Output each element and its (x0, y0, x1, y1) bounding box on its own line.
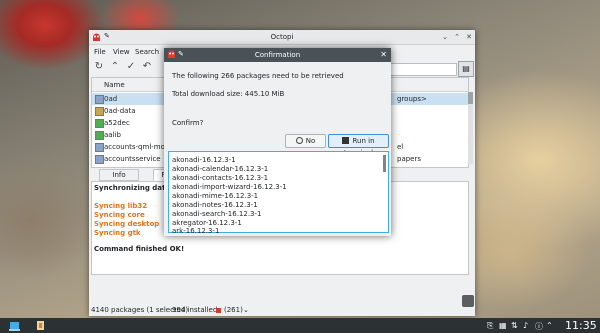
volume-icon[interactable]: ♪ (523, 321, 528, 330)
description-text: papers (397, 155, 422, 163)
installed-count: 994 installed (172, 306, 218, 314)
confirmation-dialog: ✎ Confirmation ✕ The following 266 packa… (164, 48, 391, 236)
menu-search[interactable]: Search (135, 48, 159, 56)
cancel-icon (295, 137, 303, 144)
window-title: Octopi (270, 33, 294, 41)
list-item: akonadi-search-16.12.3-1 (172, 210, 262, 218)
retrieve-package-list[interactable]: akonadi-16.12.3-1 akonadi-calendar-16.12… (168, 151, 389, 235)
network-icon[interactable]: ⇅ (511, 321, 518, 330)
download-size: Total download size: 445.10 MiB (172, 90, 285, 98)
output-line: Syncing desktop (94, 220, 160, 228)
list-scrollbar[interactable] (383, 155, 386, 172)
close-icon[interactable]: ✕ (465, 33, 473, 41)
refresh-icon[interactable]: ↻ (93, 61, 105, 73)
package-list-scrollbar[interactable] (468, 92, 473, 164)
package-icon (95, 107, 104, 116)
description-text: el (397, 143, 404, 151)
run-in-terminal-button[interactable]: Run in terminal (328, 134, 389, 157)
upgrade-icon[interactable]: ⌃ (109, 61, 121, 73)
minimize-icon[interactable]: ⌄ (441, 33, 449, 41)
package-icon (95, 95, 104, 104)
tab-info[interactable]: Info (99, 169, 139, 181)
show-desktop-icon[interactable] (462, 295, 474, 307)
list-item: akregator-16.12.3-1 (172, 219, 242, 227)
output-line: Syncing core (94, 211, 145, 219)
list-item: akonadi-mime-16.12.3-1 (172, 192, 259, 200)
taskbar: ⎘ ▦ ⇅ ♪ ⓘ ⌃ 11:35 (0, 318, 600, 333)
search-input[interactable] (389, 63, 457, 76)
list-item: akonadi-contacts-16.12.3-1 (172, 174, 269, 182)
terminal-icon (342, 137, 350, 144)
package-tray-icon[interactable]: ⎘ (487, 321, 493, 331)
outdated-count[interactable]: (261) (224, 306, 243, 314)
commit-icon[interactable]: ✓ (125, 61, 137, 73)
group-text: groups> (397, 95, 427, 103)
outdated-icon (216, 308, 221, 313)
app-launcher-icon[interactable] (8, 319, 21, 332)
no-button[interactable]: No (285, 134, 326, 148)
status-bar: 4140 packages (1 selected) 994 installed… (89, 304, 475, 316)
window-titlebar[interactable]: ✎ Octopi ⌄ ⌃ ✕ (89, 30, 475, 45)
output-line: Syncing gtk (94, 229, 141, 237)
output-line: Syncing lib32 (94, 202, 148, 210)
list-item: ark-16.12.3-1 (172, 227, 220, 235)
installed-icon (95, 131, 104, 140)
rollback-icon[interactable]: ↶ (141, 61, 153, 73)
menu-file[interactable]: File (94, 48, 106, 56)
installed-icon (95, 119, 104, 128)
close-icon[interactable]: ✕ (380, 50, 387, 59)
expand-tray-icon[interactable]: ⌃ (546, 321, 553, 330)
maximize-icon[interactable]: ⌃ (453, 33, 461, 41)
confirm-prompt: Confirm? (172, 119, 204, 127)
dialog-message: The following 266 packages need to be re… (172, 72, 344, 80)
menu-view[interactable]: View (113, 48, 130, 56)
notification-icon[interactable]: ⓘ (535, 321, 543, 332)
chevron-down-icon[interactable]: ⌄ (243, 306, 249, 314)
package-icon (95, 155, 104, 164)
octopi-task-icon[interactable] (34, 319, 47, 332)
clipboard-icon[interactable]: ▦ (499, 321, 507, 330)
package-icon (95, 143, 104, 152)
list-item: akonadi-notes-16.12.3-1 (172, 201, 258, 209)
list-item: akonadi-calendar-16.12.3-1 (172, 165, 269, 173)
dialog-title: Confirmation (254, 51, 301, 59)
clock[interactable]: 11:35 (565, 319, 597, 332)
dialog-titlebar[interactable]: ✎ Confirmation ✕ (164, 48, 391, 62)
list-item: akonadi-16.12.3-1 (172, 156, 236, 164)
output-line: Command finished OK! (94, 245, 185, 253)
search-mode-icon[interactable]: ▤ (458, 61, 474, 77)
list-item: akonadi-import-wizard-16.12.3-1 (172, 183, 287, 191)
